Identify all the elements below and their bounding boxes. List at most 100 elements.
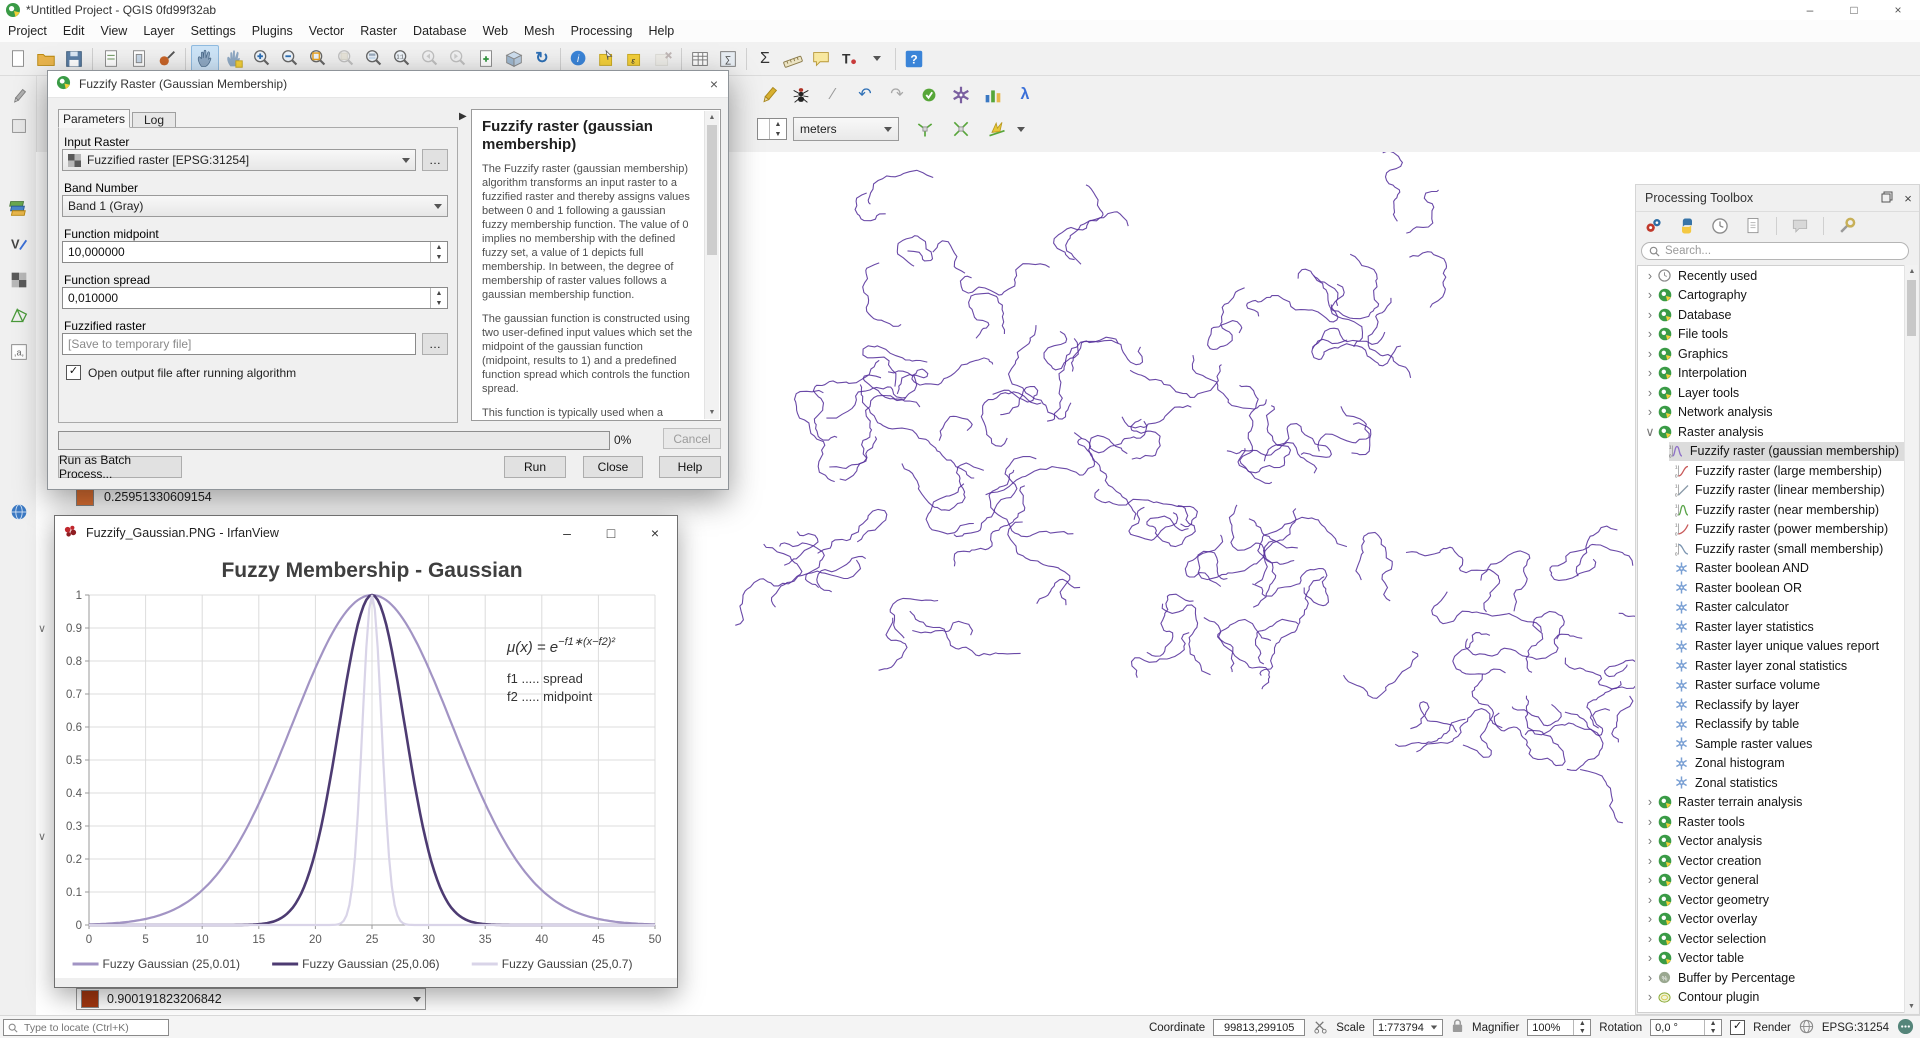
stepper-arrows-icon[interactable]: ▲▼	[430, 242, 447, 262]
toolbox-item-fuzzify-raster-near-membership[interactable]: 10Fuzzify raster (near membership)	[1638, 500, 1907, 520]
processing-gear-button[interactable]	[948, 82, 974, 108]
help-scrollbar[interactable]: ▲ ▼	[704, 111, 719, 419]
output-browse-button[interactable]: …	[422, 333, 448, 355]
save-project-button[interactable]	[61, 46, 87, 72]
maximize-icon[interactable]: □	[589, 516, 633, 549]
zoom-last-button[interactable]	[417, 46, 443, 72]
lock-scale-icon[interactable]	[1451, 1019, 1464, 1036]
stepper-arrows-icon[interactable]: ▲▼	[1573, 1020, 1590, 1035]
bar-chart-button[interactable]	[980, 82, 1006, 108]
crs-label[interactable]: EPSG:31254	[1822, 1022, 1889, 1034]
chevron-right-icon[interactable]: ›	[1643, 893, 1657, 907]
menu-processing[interactable]: Processing	[563, 20, 641, 42]
toolbox-item-layer-tools[interactable]: ›Layer tools	[1638, 383, 1907, 403]
input-raster-combo[interactable]: Fuzzified raster [EPSG:31254]	[62, 149, 416, 171]
help-contents-button[interactable]: ?	[901, 46, 927, 72]
open-project-button[interactable]	[33, 46, 59, 72]
render-checkbox[interactable]: ✓	[1730, 1020, 1745, 1035]
output-file-input[interactable]	[63, 337, 415, 351]
toolbox-item-raster-boolean-or[interactable]: Raster boolean OR	[1638, 578, 1907, 598]
close-icon[interactable]: ×	[1876, 0, 1920, 20]
menu-project[interactable]: Project	[0, 20, 55, 42]
zoom-in-button[interactable]	[249, 46, 275, 72]
scrollbar-thumb[interactable]	[1907, 280, 1916, 336]
toolbox-item-fuzzify-raster-large-membership[interactable]: 10Fuzzify raster (large membership)	[1638, 461, 1907, 481]
maximize-icon[interactable]: □	[1832, 0, 1876, 20]
zoom-full-button[interactable]	[305, 46, 331, 72]
menu-help[interactable]: Help	[640, 20, 682, 42]
zoom-next-button[interactable]	[445, 46, 471, 72]
toolbox-item-vector-general[interactable]: ›Vector general	[1638, 871, 1907, 891]
toolbox-item-graphics[interactable]: ›Graphics	[1638, 344, 1907, 364]
minimize-icon[interactable]: –	[1788, 0, 1832, 20]
deselect-features-button[interactable]	[650, 46, 676, 72]
menu-plugins[interactable]: Plugins	[244, 20, 301, 42]
vertex-tool-button[interactable]	[916, 82, 942, 108]
collapse-help-icon[interactable]: ▶	[459, 111, 467, 122]
toolbox-item-raster-tools[interactable]: ›Raster tools	[1638, 812, 1907, 832]
window-titlebar[interactable]: *Untitled Project - QGIS 0fd99f32ab – □ …	[0, 0, 1920, 21]
toolbox-item-raster-analysis[interactable]: ∨Raster analysis	[1638, 422, 1907, 442]
band-number-combo[interactable]: Band 1 (Gray)	[62, 195, 448, 217]
menu-settings[interactable]: Settings	[183, 20, 244, 42]
add-web-layer-button[interactable]	[7, 500, 31, 524]
toolbox-item-vector-geometry[interactable]: ›Vector geometry	[1638, 890, 1907, 910]
crs-globe-icon[interactable]	[1799, 1019, 1814, 1037]
chevron-right-icon[interactable]: ›	[1643, 366, 1657, 380]
stepper-arrows-icon[interactable]: ▲▼	[1704, 1020, 1721, 1035]
statistical-summary-button[interactable]: Σ	[752, 46, 778, 72]
snapping-units-combo[interactable]: meters	[793, 117, 899, 141]
symbology-class-combo[interactable]: 0.900191823206842	[76, 988, 426, 1010]
zoom-native-button[interactable]: 1:1	[389, 46, 415, 72]
toolbox-item-cartography[interactable]: ›Cartography	[1638, 286, 1907, 306]
scale-combo[interactable]: 1:773794	[1373, 1019, 1443, 1036]
models-button[interactable]	[1641, 213, 1667, 239]
chevron-right-icon[interactable]: ›	[1643, 347, 1657, 361]
toolbox-item-recently-used[interactable]: ›Recently used	[1638, 266, 1907, 286]
menu-vector[interactable]: Vector	[301, 20, 352, 42]
menu-raster[interactable]: Raster	[352, 20, 405, 42]
scrollbar-thumb[interactable]	[707, 125, 717, 255]
options-button[interactable]	[1834, 213, 1860, 239]
add-vector-layer-button[interactable]: V	[7, 232, 31, 256]
toolbox-item-vector-creation[interactable]: ›Vector creation	[1638, 851, 1907, 871]
toolbox-item-reclassify-by-layer[interactable]: Reclassify by layer	[1638, 695, 1907, 715]
toolbox-item-vector-overlay[interactable]: ›Vector overlay	[1638, 910, 1907, 930]
menu-view[interactable]: View	[92, 20, 135, 42]
measure-line-button[interactable]	[780, 46, 806, 72]
toolbox-item-fuzzify-raster-power-membership[interactable]: 10Fuzzify raster (power membership)	[1638, 520, 1907, 540]
new-3d-map-view-button[interactable]	[501, 46, 527, 72]
minimize-icon[interactable]: –	[545, 516, 589, 549]
magnifier-stepper[interactable]: 100% ▲▼	[1527, 1019, 1591, 1036]
output-file-field[interactable]	[62, 333, 416, 355]
new-project-button[interactable]	[5, 46, 31, 72]
snapping-dropdown-icon[interactable]	[1017, 127, 1025, 132]
snapping-tolerance-input[interactable]	[758, 122, 769, 136]
plugin-ant-button[interactable]	[788, 82, 814, 108]
chevron-down-icon[interactable]: ∨	[1643, 424, 1657, 439]
menu-web[interactable]: Web	[475, 20, 516, 42]
snapping-tolerance-stepper[interactable]: ▲▼	[757, 118, 787, 140]
irfanview-titlebar[interactable]: Fuzzify_Gaussian.PNG - IrfanView – □ ×	[55, 516, 677, 550]
input-raster-browse-button[interactable]: …	[422, 149, 448, 171]
toolbox-item-raster-layer-zonal-statistics[interactable]: Raster layer zonal statistics	[1638, 656, 1907, 676]
function-midpoint-input[interactable]	[63, 245, 430, 259]
chevron-right-icon[interactable]: ›	[1643, 327, 1657, 341]
zoom-out-button[interactable]	[277, 46, 303, 72]
chevron-right-icon[interactable]: ›	[1643, 932, 1657, 946]
lambda-button[interactable]: λ	[1012, 82, 1038, 108]
toolbox-item-zonal-histogram[interactable]: Zonal histogram	[1638, 754, 1907, 774]
close-icon[interactable]: ×	[710, 76, 718, 92]
toolbox-scrollbar[interactable]: ▲ ▼	[1904, 265, 1918, 1013]
select-features-button[interactable]	[594, 46, 620, 72]
zoom-to-layer-button[interactable]	[361, 46, 387, 72]
tab-log[interactable]: Log	[132, 112, 176, 128]
dialog-titlebar[interactable]: Fuzzify Raster (Gaussian Membership) ×	[48, 71, 728, 98]
tracing-button[interactable]	[984, 116, 1010, 142]
identify-features-button[interactable]: i	[566, 46, 592, 72]
chevron-right-icon[interactable]: ›	[1643, 795, 1657, 809]
chevron-right-icon[interactable]: ›	[1643, 971, 1657, 985]
history-button[interactable]	[1707, 213, 1733, 239]
run-as-batch-button[interactable]: Run as Batch Process...	[58, 456, 182, 478]
pan-map-button[interactable]	[191, 45, 219, 73]
